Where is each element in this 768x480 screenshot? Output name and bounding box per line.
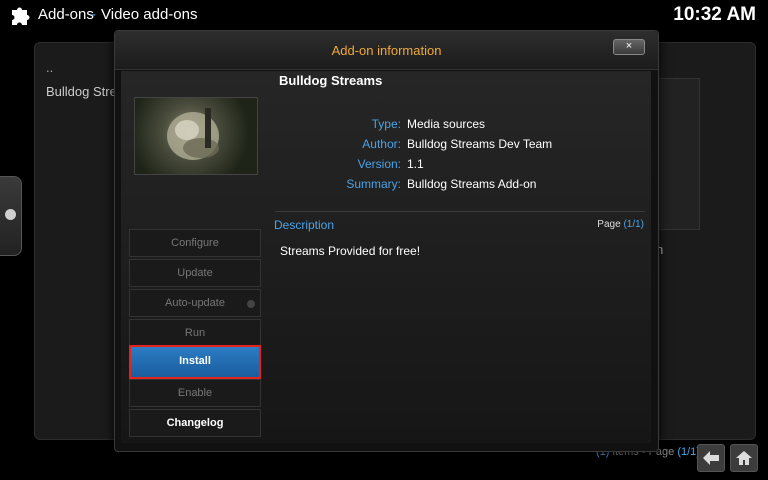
- type-label: Type:: [371, 117, 401, 131]
- dialog-header: Add-on information ×: [115, 31, 658, 70]
- close-icon: ×: [625, 40, 633, 52]
- back-arrow-icon: [703, 451, 719, 465]
- home-button[interactable]: [730, 444, 758, 472]
- type-value: Media sources: [407, 117, 486, 131]
- configure-button[interactable]: Configure: [129, 229, 261, 257]
- version-row: Version: 1.1: [275, 157, 605, 173]
- summary-value: Bulldog Streams Add-on: [407, 177, 537, 191]
- auto-update-button[interactable]: Auto-update: [129, 289, 261, 317]
- addon-info-dialog: Add-on information × Bulldog Streams Typ…: [114, 30, 659, 452]
- details-divider: [275, 211, 645, 212]
- description-label: Description: [274, 218, 335, 232]
- home-icon: [736, 451, 752, 465]
- enable-button[interactable]: Enable: [129, 379, 261, 407]
- addon-list-item[interactable]: Bulldog Streams: [46, 84, 114, 99]
- page-prefix: Page: [597, 219, 624, 230]
- addon-name: Bulldog Streams: [279, 73, 383, 88]
- back-button[interactable]: [697, 444, 725, 472]
- side-menu-tab[interactable]: [0, 176, 22, 256]
- clock: 10:32 AM: [673, 4, 756, 25]
- update-button[interactable]: Update: [129, 259, 261, 287]
- run-button[interactable]: Run: [129, 319, 261, 347]
- install-highlight-box: [129, 345, 261, 379]
- page-value: (1/1): [623, 219, 644, 230]
- version-label: Version:: [357, 157, 401, 171]
- puzzle-icon: [12, 7, 30, 25]
- subsection-title: Video add-ons: [101, 6, 198, 23]
- author-row: Author: Bulldog Streams Dev Team: [275, 137, 605, 153]
- addon-thumbnail: [134, 97, 258, 175]
- dialog-title: Add-on information: [331, 43, 442, 58]
- changelog-button[interactable]: Changelog: [129, 409, 261, 437]
- auto-update-label: Auto-update: [165, 297, 225, 309]
- summary-label: Summary:: [346, 177, 401, 191]
- author-value: Bulldog Streams Dev Team: [407, 137, 553, 151]
- side-menu-dot-icon: [5, 209, 16, 220]
- toggle-indicator-icon: [247, 300, 255, 308]
- title-separator: -: [91, 6, 96, 23]
- version-value: 1.1: [407, 157, 424, 171]
- close-button[interactable]: ×: [613, 39, 645, 55]
- background-fanart: [656, 78, 700, 230]
- author-label: Author:: [362, 137, 401, 151]
- top-bar: Add-ons - Video add-ons 10:32 AM: [0, 0, 768, 30]
- description-text: Streams Provided for free!: [280, 244, 421, 258]
- parent-folder-item[interactable]: ..: [46, 60, 53, 75]
- type-row: Type: Media sources: [275, 117, 605, 133]
- section-title: Add-ons: [38, 6, 94, 23]
- description-page-info: Page (1/1): [597, 219, 644, 230]
- summary-row: Summary: Bulldog Streams Add-on: [275, 177, 605, 193]
